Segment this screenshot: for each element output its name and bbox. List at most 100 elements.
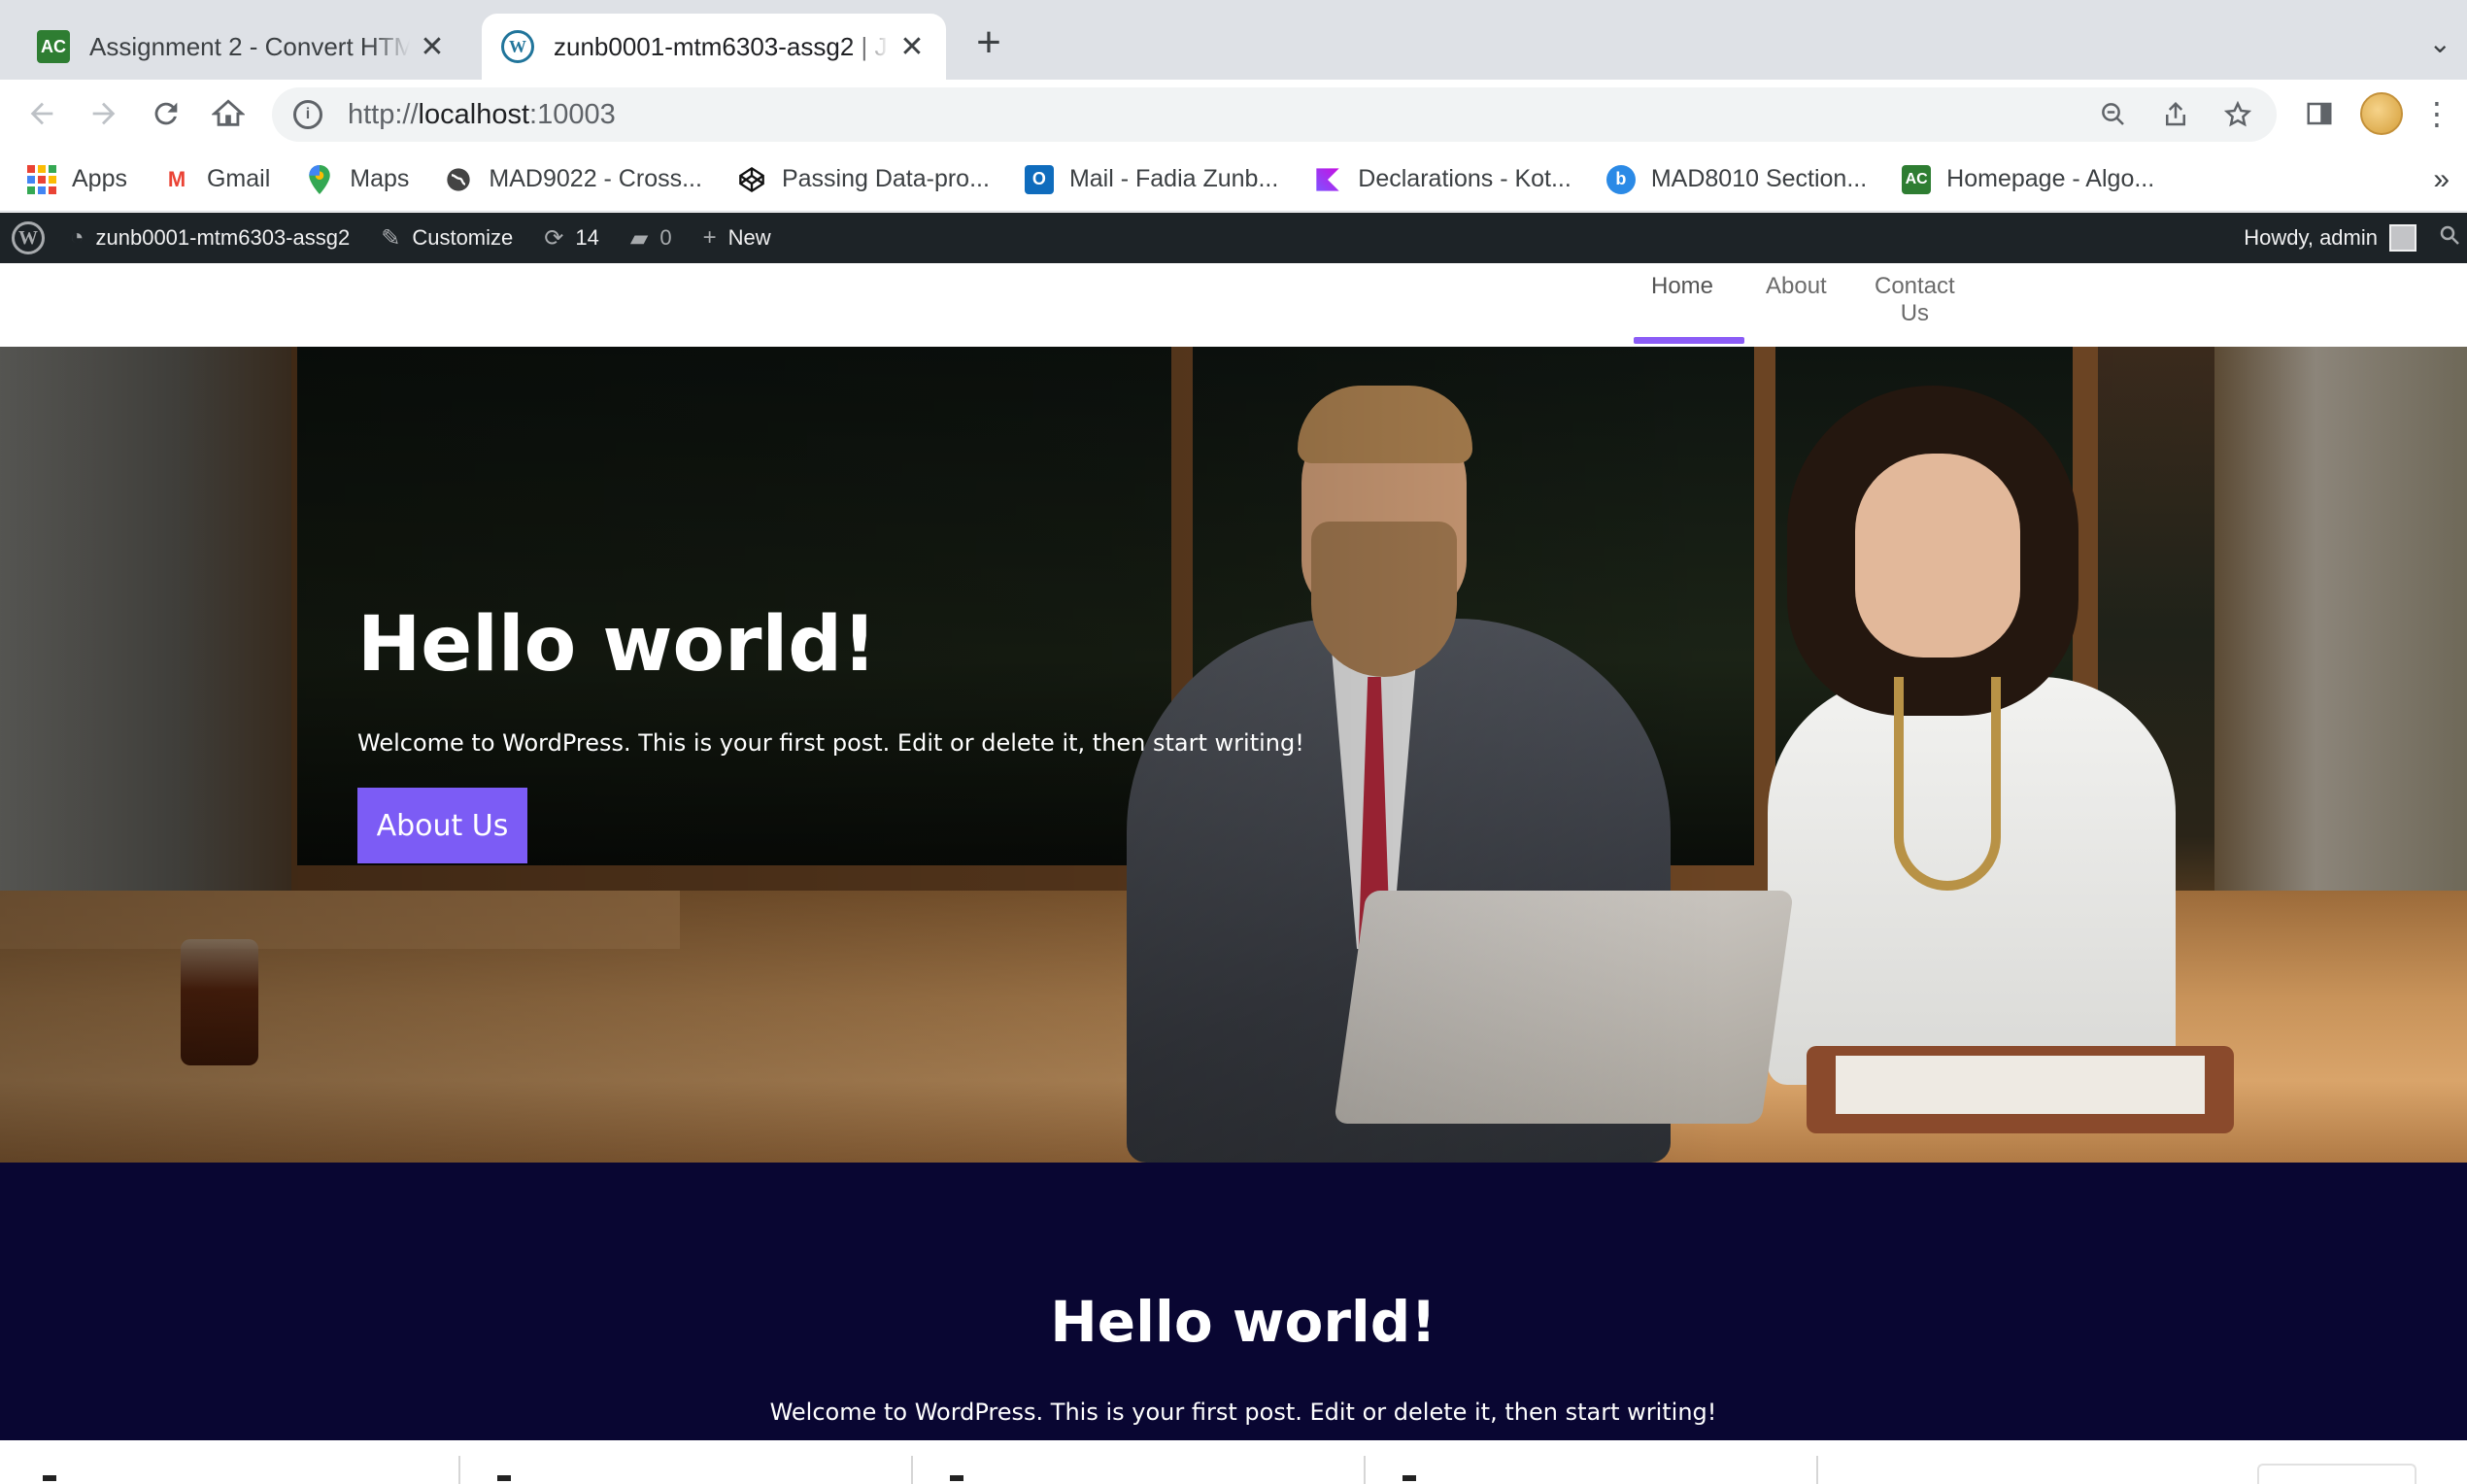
section-title: Hello world! (1050, 1289, 1436, 1355)
new-label: New (727, 225, 771, 250)
browser-tab-assignment[interactable]: AC Assignment 2 - Convert HTML ✕ (17, 14, 466, 80)
wp-admin-bar: W ◔ zunb0001-mtm6303-assg2 ✎ Customize ⟳… (0, 213, 2467, 263)
section-text: Welcome to WordPress. This is your first… (769, 1399, 1717, 1426)
back-button[interactable] (21, 93, 62, 134)
about-us-button[interactable]: About Us (357, 788, 527, 863)
bookmark-homepage[interactable]: AC Homepage - Algo... (1902, 164, 2155, 194)
reload-button[interactable] (146, 93, 186, 134)
site-name-label: zunb0001-mtm6303-assg2 (95, 225, 351, 250)
tab-title: Assignment 2 - Convert HTML (89, 31, 410, 61)
intro-section: Hello world! Welcome to WordPress. This … (0, 1163, 2467, 1440)
nav-item-home[interactable]: Home (1651, 263, 1713, 347)
updates-icon: ⟳ (544, 224, 564, 252)
bookmark-mad8010[interactable]: b MAD8010 Section... (1605, 164, 1868, 194)
admin-comments[interactable]: ▰ 0 (630, 224, 672, 253)
comment-bubble-icon: ▰ (629, 224, 649, 252)
tab-search-chevron-icon[interactable]: ⌄ (2429, 27, 2451, 59)
card-heading-fragment (43, 1475, 56, 1481)
forward-arrow-icon (92, 102, 116, 125)
howdy-admin-link[interactable]: Howdy, admin (2244, 225, 2378, 251)
url-text: http://localhost:10003 (348, 99, 616, 131)
bookmark-label: Homepage - Algo... (1946, 165, 2155, 192)
url-port: :10003 (529, 98, 616, 130)
side-panel-icon[interactable] (2298, 93, 2341, 134)
forward-button[interactable] (84, 93, 124, 134)
home-icon (212, 99, 245, 126)
bookmarks-overflow-button[interactable]: » (2433, 163, 2450, 196)
cards-row (0, 1440, 2467, 1484)
wordpress-logo-icon[interactable]: W (12, 221, 45, 254)
profile-avatar[interactable] (2360, 92, 2403, 135)
close-tab-icon[interactable]: ✕ (897, 30, 927, 64)
plus-icon: + (702, 224, 717, 251)
bookmark-maps[interactable]: Maps (305, 164, 410, 194)
tab-title: zunb0001-mtm6303-assg2 | J (554, 31, 888, 61)
card-divider (1364, 1456, 1366, 1484)
browser-tab-wordpress[interactable]: W zunb0001-mtm6303-assg2 | J ✕ (482, 14, 946, 80)
bookmark-label: Maps (350, 165, 410, 192)
close-tab-icon[interactable]: ✕ (418, 30, 447, 64)
card-divider (458, 1456, 460, 1484)
card-heading-fragment (497, 1475, 511, 1481)
url-host: localhost (418, 98, 530, 130)
bookmark-label: Apps (72, 165, 127, 192)
bookmark-label: Passing Data-pro... (781, 165, 990, 192)
nav-active-indicator (1634, 337, 1744, 344)
bookmark-apps[interactable]: Apps (27, 164, 127, 194)
site-header: Home About Contact Us (0, 263, 2467, 347)
updates-count: 14 (575, 225, 599, 250)
apps-grid-icon (27, 164, 56, 194)
card-box[interactable] (2257, 1464, 2416, 1484)
globe-icon (444, 165, 473, 194)
ac-icon: AC (1902, 164, 1932, 194)
bookmark-label: Gmail (206, 165, 271, 192)
dashboard-gauge-icon: ◔ (70, 224, 84, 251)
browser-toolbar: i http://localhost:10003 ⋮ (0, 80, 2467, 148)
browser-menu-icon[interactable]: ⋮ (2421, 93, 2452, 134)
brightspace-icon: b (1605, 164, 1636, 194)
bookmark-declarations[interactable]: Declarations - Kot... (1313, 165, 1571, 194)
gmail-icon: M (167, 166, 186, 191)
browser-tab-strip: AC Assignment 2 - Convert HTML ✕ W zunb0… (0, 0, 2467, 80)
admin-site-name[interactable]: ◔ zunb0001-mtm6303-assg2 (70, 224, 350, 252)
maps-pin-icon (305, 164, 334, 194)
bookmark-label: Declarations - Kot... (1358, 165, 1571, 192)
admin-avatar[interactable] (2389, 224, 2416, 252)
back-arrow-icon (30, 102, 53, 125)
profile-avatar-icon (2360, 92, 2403, 135)
card-divider (1816, 1456, 1818, 1484)
hero-section: Hello world! Welcome to WordPress. This … (0, 347, 2467, 1163)
bookmark-star-icon[interactable] (2218, 95, 2257, 134)
bookmark-passing-data[interactable]: Passing Data-pro... (737, 165, 990, 194)
card-heading-fragment (1402, 1475, 1416, 1481)
bookmark-label: Mail - Fadia Zunb... (1068, 165, 1279, 192)
card-divider (911, 1456, 913, 1484)
wordpress-favicon-icon: W (501, 30, 534, 63)
admin-search-icon[interactable] (2438, 223, 2461, 253)
admin-updates[interactable]: ⟳ 14 (544, 224, 599, 253)
customize-label: Customize (412, 225, 514, 250)
comments-count: 0 (659, 225, 672, 250)
share-icon[interactable] (2156, 95, 2195, 134)
home-button[interactable] (208, 93, 249, 134)
nav-item-contact-us[interactable]: Contact Us (1875, 263, 1955, 347)
bookmark-mad9022[interactable]: MAD9022 - Cross... (444, 165, 702, 194)
bookmark-gmail[interactable]: M Gmail (162, 165, 270, 194)
admin-new[interactable]: + New (703, 224, 771, 252)
admin-customize[interactable]: ✎ Customize (381, 224, 513, 253)
site-info-icon[interactable]: i (293, 100, 322, 129)
reload-icon (154, 102, 178, 125)
bookmarks-bar: Apps M Gmail Maps MAD9022 - Cross... Pas… (0, 148, 2467, 212)
new-tab-button[interactable]: + (967, 21, 1010, 66)
bookmark-label: MAD9022 - Cross... (489, 165, 702, 192)
bookmark-label: MAD8010 Section... (1650, 165, 1868, 192)
outlook-icon: O (1024, 164, 1054, 194)
kotlin-icon (1313, 165, 1342, 194)
nav-item-about[interactable]: About (1766, 263, 1827, 347)
bookmark-mail[interactable]: O Mail - Fadia Zunb... (1024, 164, 1279, 194)
hero-text: Welcome to WordPress. This is your first… (357, 729, 1304, 757)
url-scheme: http:// (348, 98, 419, 130)
zoom-icon[interactable] (2094, 95, 2133, 134)
address-bar[interactable]: i http://localhost:10003 (272, 87, 2277, 142)
hero-title: Hello world! (357, 601, 877, 689)
